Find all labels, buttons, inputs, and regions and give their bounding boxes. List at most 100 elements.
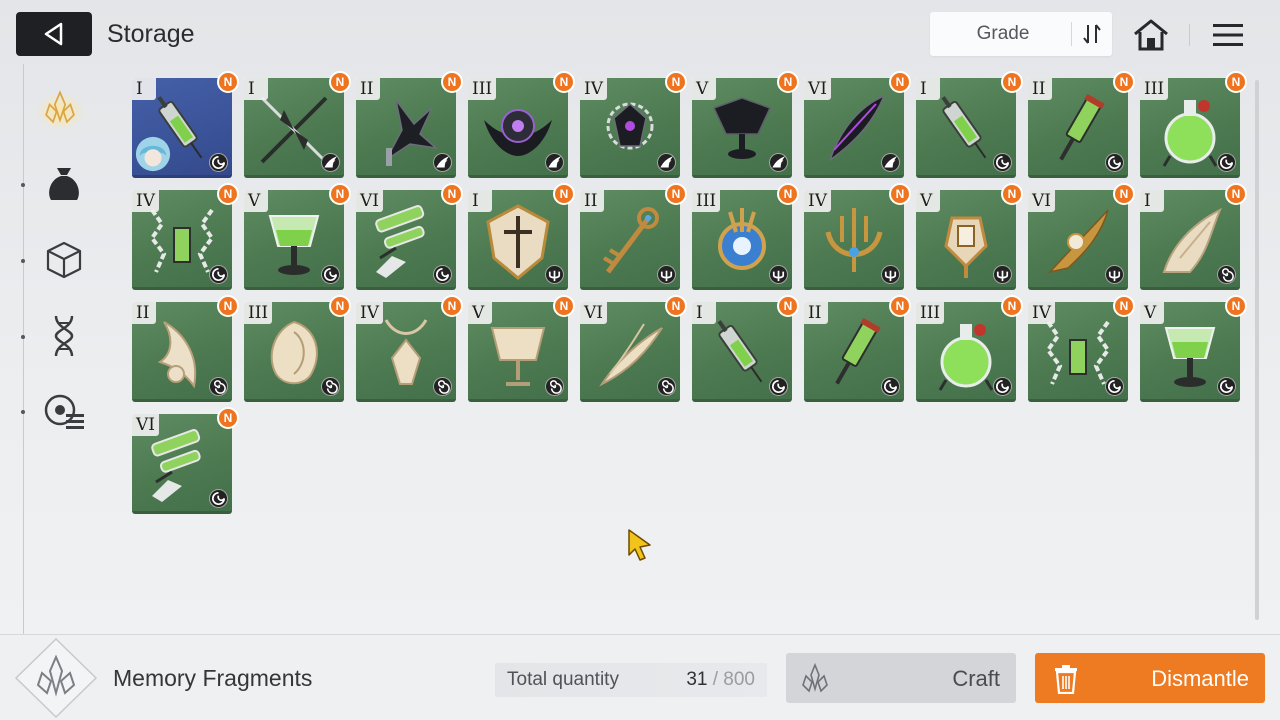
swirl-set-icon bbox=[1105, 153, 1124, 172]
total-quantity: Total quantity 31 / 800 bbox=[495, 663, 767, 697]
spiral-set-icon bbox=[209, 377, 228, 396]
sort-control: Grade bbox=[930, 12, 1112, 56]
swirl-set-icon bbox=[209, 265, 228, 284]
grid-scrollbar[interactable] bbox=[1255, 80, 1259, 620]
item-slot[interactable]: IV N bbox=[132, 183, 239, 290]
grade-label: I bbox=[244, 78, 268, 100]
item-slot[interactable]: IN bbox=[468, 183, 575, 290]
item-slot[interactable]: VI N bbox=[580, 295, 687, 402]
grade-label: I bbox=[132, 78, 156, 100]
back-button[interactable] bbox=[16, 12, 92, 56]
item-slot[interactable]: III N bbox=[468, 71, 575, 178]
grade-label: VI bbox=[132, 414, 159, 436]
item-slot[interactable]: IV N bbox=[804, 183, 911, 290]
top-divider bbox=[1189, 24, 1190, 46]
new-badge: N bbox=[1225, 71, 1247, 93]
category-label: Memory Fragments bbox=[113, 665, 313, 691]
item-slot[interactable]: II N bbox=[580, 183, 687, 290]
item-slot[interactable]: III N bbox=[692, 183, 799, 290]
trident-set-icon bbox=[881, 265, 900, 284]
item-slot[interactable]: II N bbox=[356, 71, 463, 178]
item-slot[interactable]: IN bbox=[244, 71, 351, 178]
spiral-set-icon bbox=[657, 377, 676, 396]
dismantle-button[interactable]: Dismantle bbox=[1035, 653, 1265, 703]
item-slot[interactable]: VI N bbox=[356, 183, 463, 290]
item-slot[interactable]: II N bbox=[804, 295, 911, 402]
item-slot[interactable]: III N bbox=[244, 295, 351, 402]
item-slot[interactable]: VI N bbox=[1028, 183, 1135, 290]
memory-fragment-icon bbox=[35, 90, 85, 129]
item-slot[interactable]: IN bbox=[692, 295, 799, 402]
trident-set-icon bbox=[1105, 265, 1124, 284]
new-badge: N bbox=[777, 295, 799, 317]
grade-label: I bbox=[468, 190, 492, 212]
new-badge: N bbox=[1225, 295, 1247, 317]
new-badge: N bbox=[665, 71, 687, 93]
new-badge: N bbox=[329, 71, 351, 93]
new-badge: N bbox=[1225, 183, 1247, 205]
item-slot[interactable]: VI N bbox=[132, 407, 239, 514]
sort-dropdown[interactable]: Grade bbox=[930, 12, 1076, 56]
swirl-set-icon bbox=[433, 265, 452, 284]
spiral-set-icon bbox=[321, 377, 340, 396]
grade-label: III bbox=[916, 302, 945, 324]
new-badge: N bbox=[329, 295, 351, 317]
sidebar-item-settings-list[interactable] bbox=[38, 386, 90, 438]
item-slot[interactable]: VN bbox=[244, 183, 351, 290]
trident-set-icon bbox=[993, 265, 1012, 284]
sidebar-item-memory-fragments[interactable] bbox=[34, 82, 86, 134]
item-slot[interactable]: VN bbox=[1140, 295, 1247, 402]
craft-button[interactable]: Craft bbox=[786, 653, 1016, 703]
item-slot[interactable]: IN bbox=[916, 71, 1023, 178]
sidebar-rail bbox=[23, 64, 24, 634]
wing-set-icon bbox=[433, 153, 452, 172]
grade-label: V bbox=[468, 302, 492, 324]
new-badge: N bbox=[553, 71, 575, 93]
grade-label: II bbox=[804, 302, 828, 324]
settings-list-icon bbox=[44, 394, 84, 429]
item-slot[interactable]: II N bbox=[132, 295, 239, 402]
spiral-set-icon bbox=[433, 377, 452, 396]
dismantle-label: Dismantle bbox=[1151, 666, 1249, 691]
craft-label: Craft bbox=[952, 666, 1000, 691]
rail-dot bbox=[21, 410, 25, 414]
item-slot[interactable]: IN bbox=[132, 71, 239, 178]
item-slot[interactable]: IN bbox=[1140, 183, 1247, 290]
grade-label: V bbox=[244, 190, 268, 212]
item-slot[interactable]: III N bbox=[1140, 71, 1247, 178]
wing-set-icon bbox=[881, 153, 900, 172]
item-slot[interactable]: VN bbox=[916, 183, 1023, 290]
hamburger-menu-icon bbox=[1213, 24, 1243, 46]
wing-set-icon bbox=[769, 153, 788, 172]
item-slot[interactable]: IV N bbox=[356, 295, 463, 402]
grade-label: II bbox=[356, 78, 380, 100]
swirl-set-icon bbox=[321, 265, 340, 284]
item-slot[interactable]: III N bbox=[916, 295, 1023, 402]
item-slot[interactable]: II N bbox=[1028, 71, 1135, 178]
total-quantity-label: Total quantity bbox=[507, 669, 619, 690]
sort-order-toggle[interactable] bbox=[1072, 12, 1112, 56]
menu-button[interactable] bbox=[1206, 14, 1250, 56]
new-badge: N bbox=[665, 295, 687, 317]
grade-label: V bbox=[1140, 302, 1164, 324]
new-badge: N bbox=[441, 71, 463, 93]
new-badge: N bbox=[889, 71, 911, 93]
sidebar-item-bag[interactable] bbox=[38, 158, 90, 210]
grade-label: VI bbox=[1028, 190, 1055, 212]
wing-set-icon bbox=[545, 153, 564, 172]
item-slot[interactable]: IV N bbox=[580, 71, 687, 178]
swirl-set-icon bbox=[769, 377, 788, 396]
item-slot[interactable]: VN bbox=[692, 71, 799, 178]
home-button[interactable] bbox=[1130, 14, 1172, 56]
total-separator: / bbox=[712, 669, 719, 690]
item-slot[interactable]: IV N bbox=[1028, 295, 1135, 402]
item-slot[interactable]: VN bbox=[468, 295, 575, 402]
new-badge: N bbox=[1001, 295, 1023, 317]
sidebar-item-cube[interactable] bbox=[38, 234, 90, 286]
swirl-set-icon bbox=[1217, 153, 1236, 172]
grade-label: IV bbox=[804, 190, 831, 212]
total-quantity-value: 31 / 800 bbox=[686, 669, 755, 691]
total-max: 800 bbox=[723, 669, 755, 690]
sidebar-item-dna[interactable] bbox=[38, 310, 90, 362]
item-slot[interactable]: VI N bbox=[804, 71, 911, 178]
